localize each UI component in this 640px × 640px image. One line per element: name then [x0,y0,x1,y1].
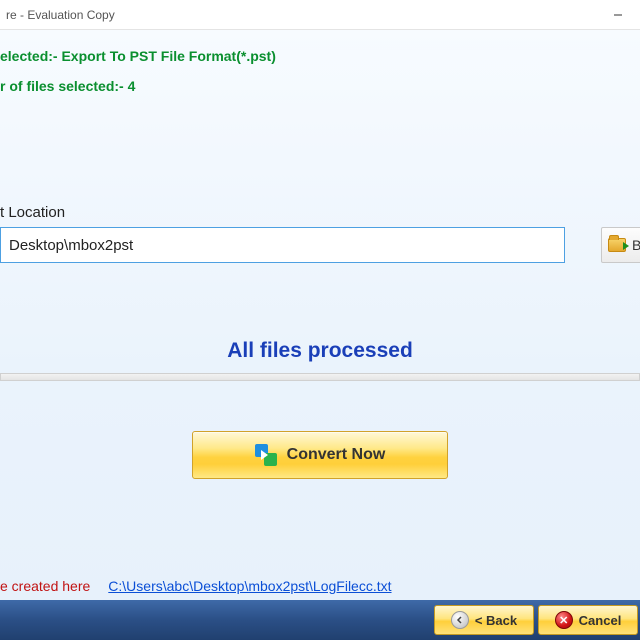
format-selected-text: elected:- Export To PST File Format(*.ps… [0,48,640,64]
progress-area: All files processed [0,339,640,381]
back-button[interactable]: < Back [434,605,534,635]
output-path-input[interactable] [0,227,565,263]
window-title: re - Evaluation Copy [6,8,595,22]
browse-button[interactable]: B [601,227,640,263]
cancel-icon: ✕ [555,611,573,629]
convert-icon [255,444,277,466]
back-label: < Back [475,613,517,628]
app-window: re - Evaluation Copy elected:- Export To… [0,0,640,640]
convert-now-label: Convert Now [287,446,386,464]
back-arrow-icon [451,611,469,629]
cancel-button[interactable]: ✕ Cancel [538,605,638,635]
output-location-label: t Location [0,204,640,221]
log-row: e created here C:\Users\abc\Desktop\mbox… [0,578,640,594]
cancel-label: Cancel [579,613,622,628]
log-file-link[interactable]: C:\Users\abc\Desktop\mbox2pst\LogFilecc.… [108,578,391,594]
wizard-nav-bar: < Back ✕ Cancel [0,600,640,640]
convert-now-button[interactable]: Convert Now [192,431,448,479]
convert-area: Convert Now [0,431,640,479]
file-count-text: r of files selected:- 4 [0,78,640,94]
minimize-button[interactable] [595,0,640,30]
progress-bar [0,373,640,381]
browse-label: B [632,237,640,253]
client-area: elected:- Export To PST File Format(*.ps… [0,30,640,600]
titlebar: re - Evaluation Copy [0,0,640,30]
log-label: e created here [0,578,90,594]
folder-icon [608,238,626,252]
progress-status-text: All files processed [0,339,640,363]
output-path-row: B [0,227,640,263]
